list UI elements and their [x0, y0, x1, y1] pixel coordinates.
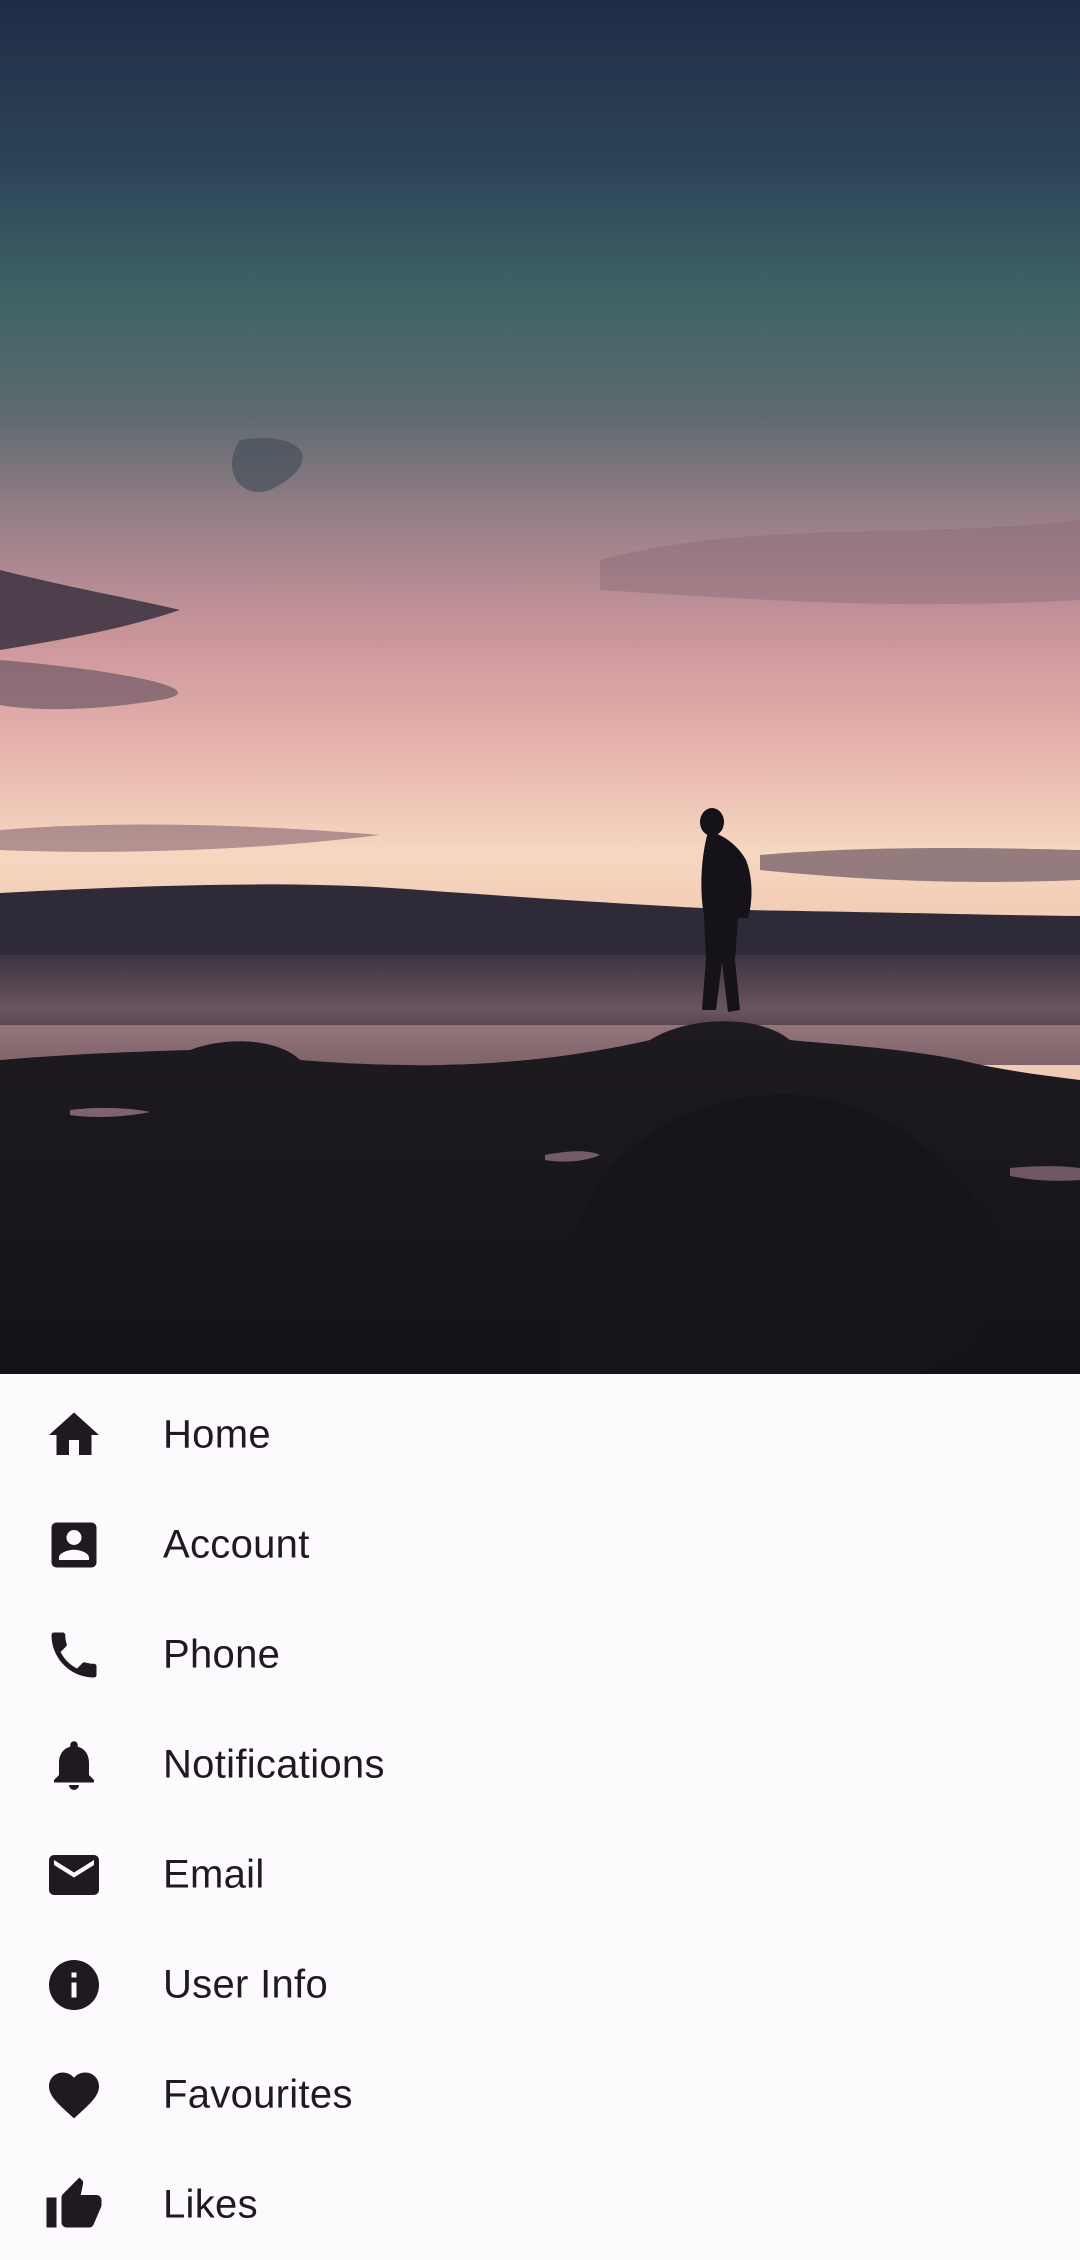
- menu-item-favourites[interactable]: Favourites: [0, 2040, 1080, 2150]
- menu-item-label: Likes: [163, 2182, 258, 2227]
- menu-item-label: User Info: [163, 1962, 328, 2007]
- mail-icon: [44, 1845, 104, 1905]
- sunset-beach-photo: [0, 0, 1080, 1374]
- menu-item-account[interactable]: Account: [0, 1490, 1080, 1600]
- info-icon: [44, 1955, 104, 2015]
- menu-item-label: Notifications: [163, 1742, 385, 1787]
- menu-item-user-info[interactable]: User Info: [0, 1930, 1080, 2040]
- menu-item-label: Favourites: [163, 2072, 353, 2117]
- menu-item-phone[interactable]: Phone: [0, 1600, 1080, 1710]
- thumb-up-icon: [44, 2175, 104, 2235]
- menu-item-label: Home: [163, 1412, 271, 1457]
- menu-item-notifications[interactable]: Notifications: [0, 1710, 1080, 1820]
- heart-icon: [44, 2065, 104, 2125]
- home-icon: [44, 1405, 104, 1465]
- account-box-icon: [44, 1515, 104, 1575]
- menu-item-home[interactable]: Home: [0, 1380, 1080, 1490]
- navigation-menu: Home Account Phone Notifications Email U…: [0, 1374, 1080, 2228]
- menu-item-email[interactable]: Email: [0, 1820, 1080, 1930]
- header-image: [0, 0, 1080, 1374]
- phone-icon: [44, 1625, 104, 1685]
- menu-item-likes[interactable]: Likes: [0, 2150, 1080, 2260]
- menu-item-label: Phone: [163, 1632, 281, 1677]
- menu-item-label: Email: [163, 1852, 265, 1897]
- menu-item-label: Account: [163, 1522, 310, 1567]
- bell-icon: [44, 1735, 104, 1795]
